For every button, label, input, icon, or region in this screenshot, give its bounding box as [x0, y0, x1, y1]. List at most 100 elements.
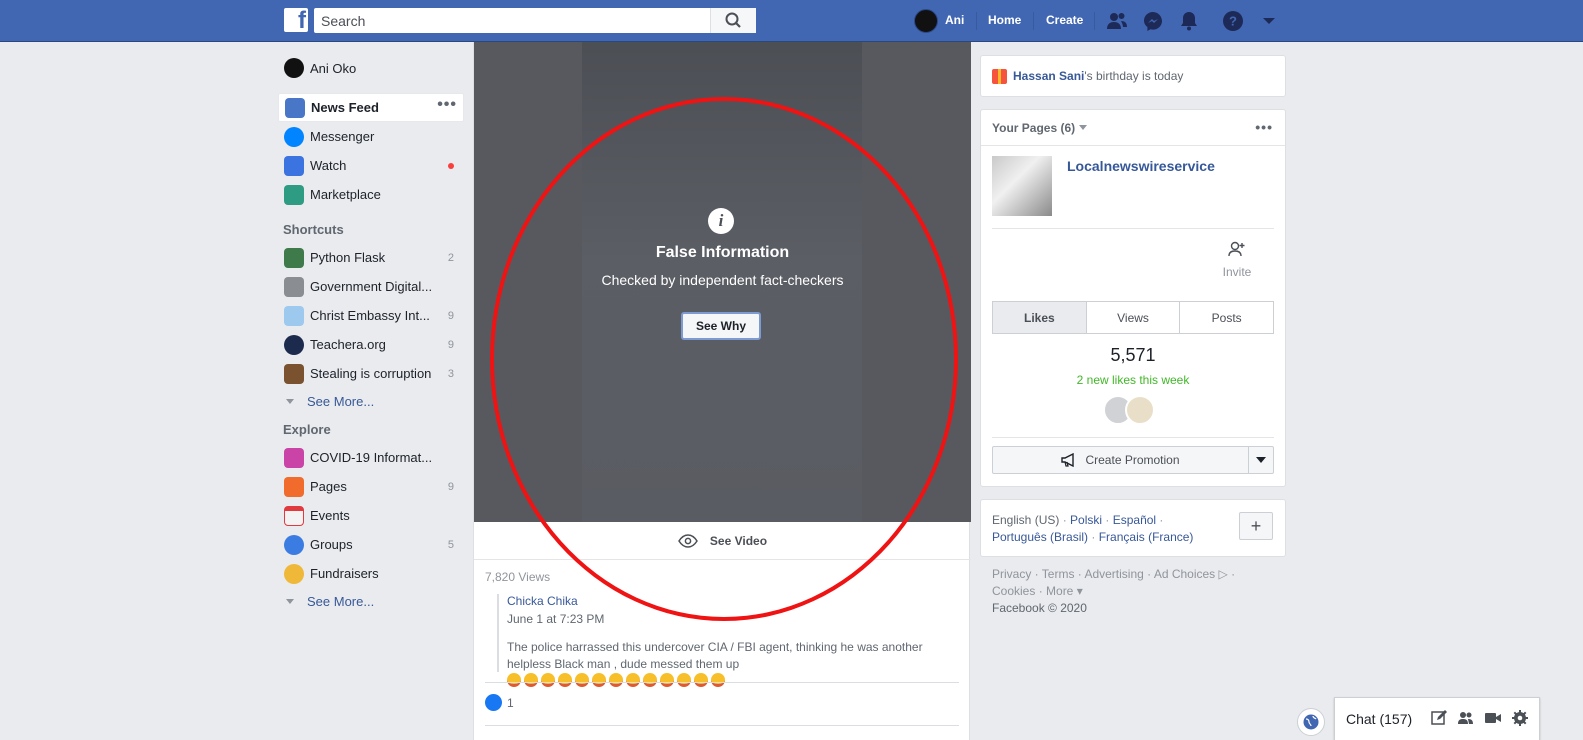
page-icon [284, 334, 304, 355]
explore-item-fundraisers[interactable]: Fundraisers [278, 559, 464, 588]
nav-divider [1033, 12, 1034, 30]
total-likes: 5,571 [1110, 345, 1156, 365]
more-options-icon[interactable]: ••• [437, 96, 457, 114]
shortcuts-see-more[interactable]: See More... [278, 388, 464, 415]
user-avatar[interactable] [914, 9, 938, 33]
messenger-icon[interactable] [1142, 10, 1164, 32]
explore-item-groups[interactable]: Groups 5 [278, 530, 464, 559]
see-more-label: See More... [307, 594, 375, 609]
sidebar-item-label: Messenger [310, 129, 375, 144]
search-input[interactable] [314, 8, 704, 33]
search-bar [314, 8, 756, 33]
explore-item-events[interactable]: Events [278, 501, 464, 530]
birthday-card[interactable]: Hassan Sani's birthday is today [980, 55, 1286, 97]
language-card: English (US) · Polski · Español · Portug… [980, 499, 1286, 557]
shortcut-label: Stealing is corruption [310, 366, 432, 381]
add-language-button[interactable]: + [1239, 512, 1273, 540]
tab-likes[interactable]: Likes [993, 302, 1087, 333]
avatar[interactable] [1125, 395, 1155, 425]
friends-icon[interactable] [1106, 10, 1128, 32]
search-button[interactable] [710, 8, 756, 33]
explore-item-covid[interactable]: COVID-19 Informat... [278, 443, 464, 472]
new-likes-text: 2 new likes this week [1076, 373, 1190, 387]
tab-posts[interactable]: Posts [1180, 302, 1273, 333]
profile-name: Ani Oko [310, 60, 357, 76]
explore-label: Events [310, 508, 350, 523]
sidebar-item-marketplace[interactable]: Marketplace [278, 180, 464, 209]
footer-links: Privacy · Terms · Advertising · Ad Choic… [992, 566, 1282, 617]
more-options-icon[interactable]: ••• [1255, 119, 1273, 135]
shortcut-item[interactable]: Christ Embassy Int... 9 [278, 301, 464, 330]
shortcut-item[interactable]: Teachera.org 9 [278, 330, 464, 359]
explore-item-pages[interactable]: Pages 9 [278, 472, 464, 501]
sidebar-item-label: Marketplace [310, 187, 381, 202]
chat-actions [1430, 709, 1529, 727]
notification-dot [448, 163, 454, 169]
promotion-dropdown[interactable] [1249, 457, 1273, 463]
sidebar-item-news-feed[interactable]: News Feed ••• [278, 93, 464, 122]
view-count: 7,820 Views [485, 570, 551, 584]
account-menu-icon[interactable] [1258, 10, 1280, 32]
sidebar-profile[interactable]: Ani Oko [278, 54, 464, 82]
new-message-icon[interactable] [1430, 709, 1448, 727]
notifications-icon[interactable] [1178, 10, 1200, 32]
language-link[interactable]: Français (France) [1099, 530, 1194, 544]
language-link[interactable]: Português (Brasil) [992, 530, 1088, 544]
globe-icon[interactable] [1297, 708, 1325, 736]
page-name-link[interactable]: Localnewswireservice [1067, 158, 1215, 174]
page-icon [284, 363, 304, 384]
page-icon [284, 305, 304, 326]
birthday-person-link[interactable]: Hassan Sani [1013, 69, 1084, 83]
reaction-summary[interactable]: 1 [485, 694, 514, 711]
sidebar-item-messenger[interactable]: Messenger [278, 122, 464, 151]
shortcut-item[interactable]: Stealing is corruption 3 [278, 359, 464, 388]
footer-links-line[interactable]: Privacy · Terms · Advertising · Ad Choic… [992, 566, 1282, 583]
home-link[interactable]: Home [988, 13, 1021, 27]
page-thumbnail[interactable] [992, 156, 1052, 216]
birthday-text: 's birthday is today [1084, 69, 1184, 83]
create-group-icon[interactable] [1457, 709, 1475, 727]
language-link[interactable]: Polski [1070, 513, 1102, 527]
help-icon[interactable]: ? [1222, 10, 1244, 32]
video-call-icon[interactable] [1484, 709, 1502, 727]
chevron-down-icon [1256, 457, 1266, 463]
sidebar-item-watch[interactable]: Watch [278, 151, 464, 180]
explore-label: COVID-19 Informat... [310, 450, 433, 465]
shortcut-item[interactable]: Python Flask 2 [278, 243, 464, 272]
shortcut-item[interactable]: Government Digital... [278, 272, 464, 301]
create-promotion-group: Create Promotion [992, 446, 1274, 474]
sidebar-item-label: Watch [310, 158, 347, 173]
events-calendar-icon [284, 505, 304, 526]
chat-bar[interactable]: Chat (157) [1334, 697, 1540, 740]
facebook-logo[interactable]: f [284, 7, 308, 34]
chevron-down-icon [286, 399, 294, 404]
tab-views[interactable]: Views [1087, 302, 1181, 333]
page-stats-tabs: Likes Views Posts [992, 301, 1274, 334]
shortcut-label: Government Digital... [310, 279, 433, 294]
invite-button[interactable]: Invite [1217, 240, 1257, 279]
language-link[interactable]: Español [1113, 513, 1156, 527]
explore-see-more[interactable]: See More... [278, 588, 464, 615]
search-icon [725, 12, 741, 28]
gear-icon[interactable] [1511, 709, 1529, 727]
watch-icon [284, 155, 304, 176]
chat-label: Chat (157) [1346, 711, 1413, 727]
megaphone-icon [1061, 453, 1075, 467]
pages-flag-icon [284, 476, 304, 497]
profile-link[interactable]: Ani [945, 13, 964, 27]
quote-text-body: The police harrassed this undercover CIA… [507, 640, 923, 671]
footer-links-line[interactable]: Cookies · More ▾ [992, 583, 1282, 600]
add-person-icon [1228, 241, 1245, 257]
fundraisers-heart-icon [284, 563, 304, 584]
group-icon [284, 247, 304, 268]
divider [485, 725, 959, 726]
red-annotation-circle [490, 97, 958, 621]
chevron-down-icon [286, 599, 294, 604]
your-pages-header[interactable]: Your Pages (6) ••• [981, 110, 1285, 146]
groups-icon [284, 534, 304, 555]
explore-heading: Explore [283, 422, 331, 437]
svg-text:?: ? [1229, 14, 1237, 29]
create-link[interactable]: Create [1046, 13, 1083, 27]
current-language: English (US) [992, 513, 1060, 527]
create-promotion-button[interactable]: Create Promotion [993, 447, 1249, 473]
